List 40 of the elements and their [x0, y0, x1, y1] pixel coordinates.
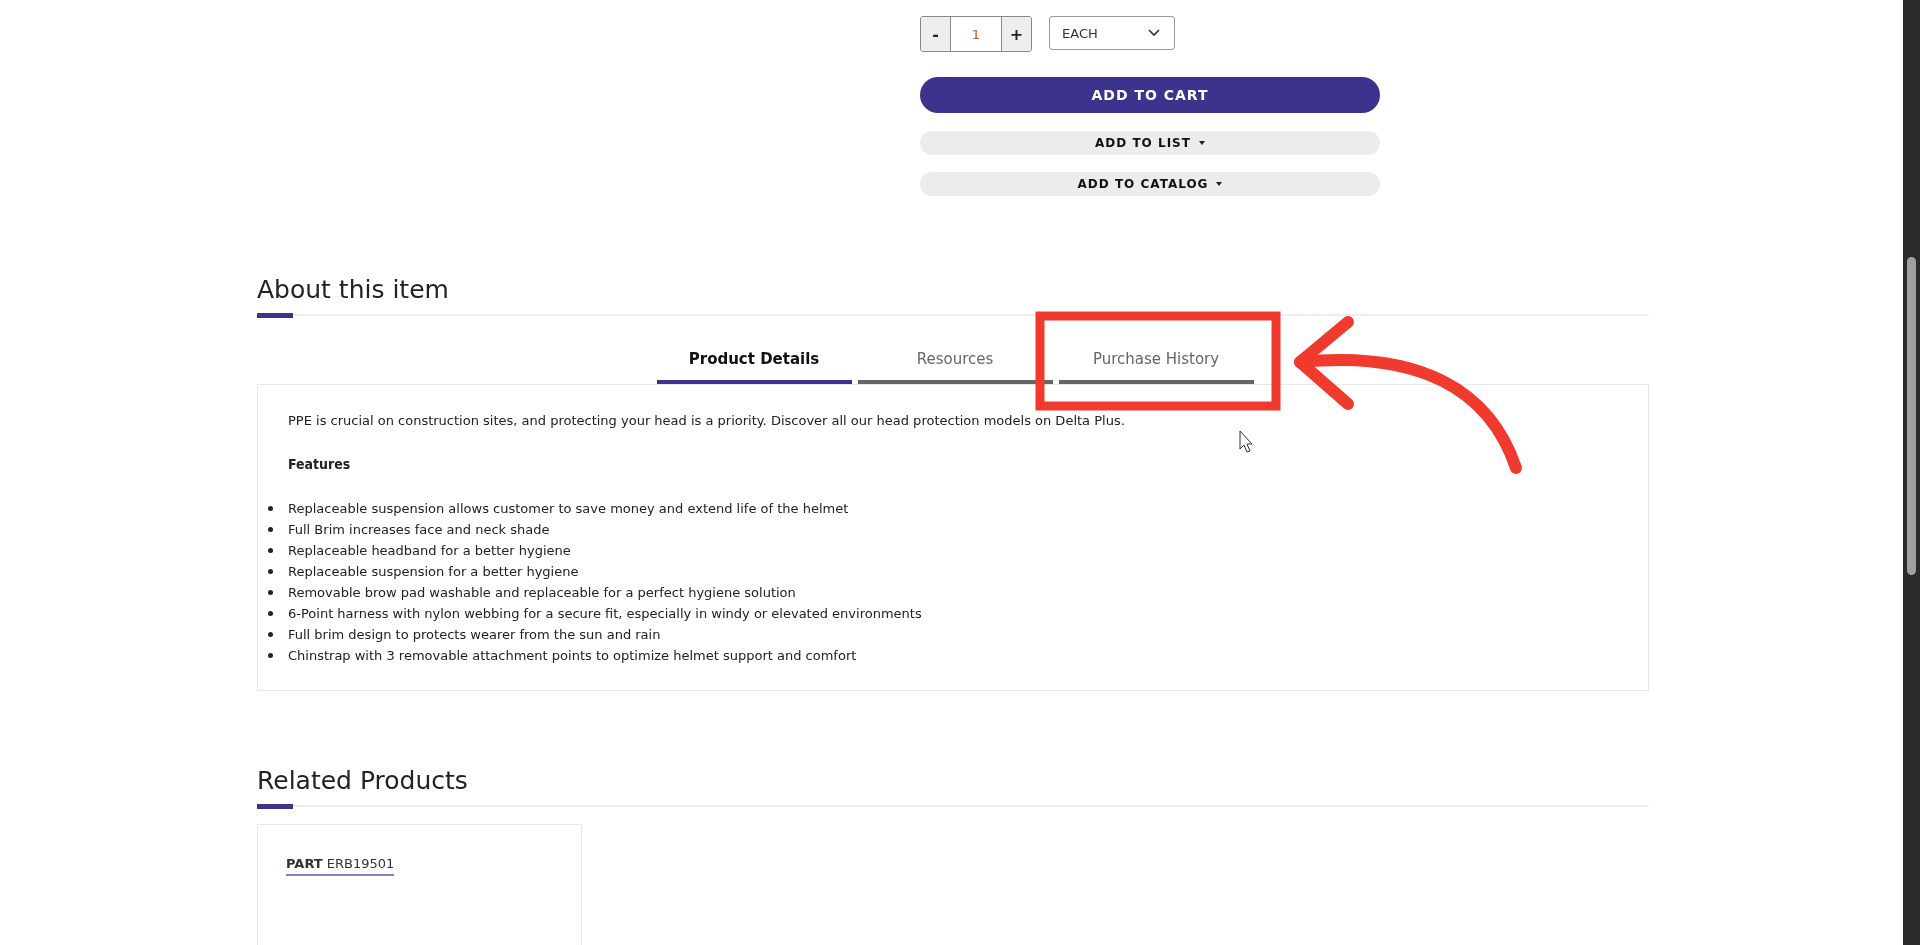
bullet-icon	[268, 527, 273, 532]
bullet-icon	[268, 590, 273, 595]
feature-item: 6-Point harness with nylon webbing for a secure fit, especially in windy or elevated environments	[288, 605, 922, 623]
bullet-icon	[268, 632, 273, 637]
dropdown-button[interactable]: ADD TO LIST	[920, 131, 1380, 155]
caret-icon	[1198, 141, 1205, 145]
accent-bar	[257, 803, 293, 809]
section-heading: Related Products	[257, 766, 469, 795]
unit-select[interactable]: EACH	[1049, 16, 1175, 50]
description-text: PPE is crucial on construction sites, and protecting your head is a priority. Discover all our head protection models on Delta Plus.	[288, 413, 1126, 428]
part-link[interactable]: PART ERB19501	[286, 856, 395, 876]
bullet-icon	[268, 506, 273, 511]
features-heading: Features	[288, 456, 352, 472]
tab[interactable]: Purchase History	[1058, 338, 1254, 384]
feature-item: Replaceable suspension for a better hygiene	[288, 563, 579, 581]
accent-bar	[257, 312, 293, 318]
feature-item: Full brim design to protects wearer from the sun and rain	[288, 626, 661, 644]
cursor-icon	[1239, 430, 1253, 453]
feature-item: Removable brow pad washable and replaceable for a perfect hygiene solution	[288, 584, 796, 602]
increment-button[interactable]: +	[1002, 17, 1031, 51]
bullet-icon	[268, 548, 273, 553]
caret-icon	[1216, 182, 1223, 186]
section-heading: About this item	[257, 275, 450, 304]
scrollbar-thumb[interactable]	[1907, 257, 1916, 575]
bullet-icon	[268, 653, 273, 658]
feature-item: Full Brim increases face and neck shade	[288, 521, 550, 539]
quantity-field[interactable]: 1	[950, 17, 1002, 51]
scrollbar[interactable]	[1903, 0, 1920, 945]
bullet-icon	[268, 569, 273, 574]
chevron-icon	[1148, 29, 1160, 37]
tab[interactable]: Product Details	[656, 338, 852, 384]
tab[interactable]: Resources	[857, 338, 1053, 384]
bullet-icon	[268, 611, 273, 616]
add-to-cart-button[interactable]: ADD TO CART	[920, 77, 1380, 113]
quantity-stepper[interactable]: - 1 +	[920, 16, 1032, 52]
feature-item: Chinstrap with 3 removable attachment points to optimize helmet support and comfort	[288, 647, 857, 665]
decrement-button[interactable]: -	[921, 17, 950, 51]
feature-item: Replaceable suspension allows customer to save money and extend life of the helmet	[288, 500, 849, 518]
feature-item: Replaceable headband for a better hygiene	[288, 542, 571, 560]
dropdown-button[interactable]: ADD TO CATALOG	[920, 172, 1380, 196]
